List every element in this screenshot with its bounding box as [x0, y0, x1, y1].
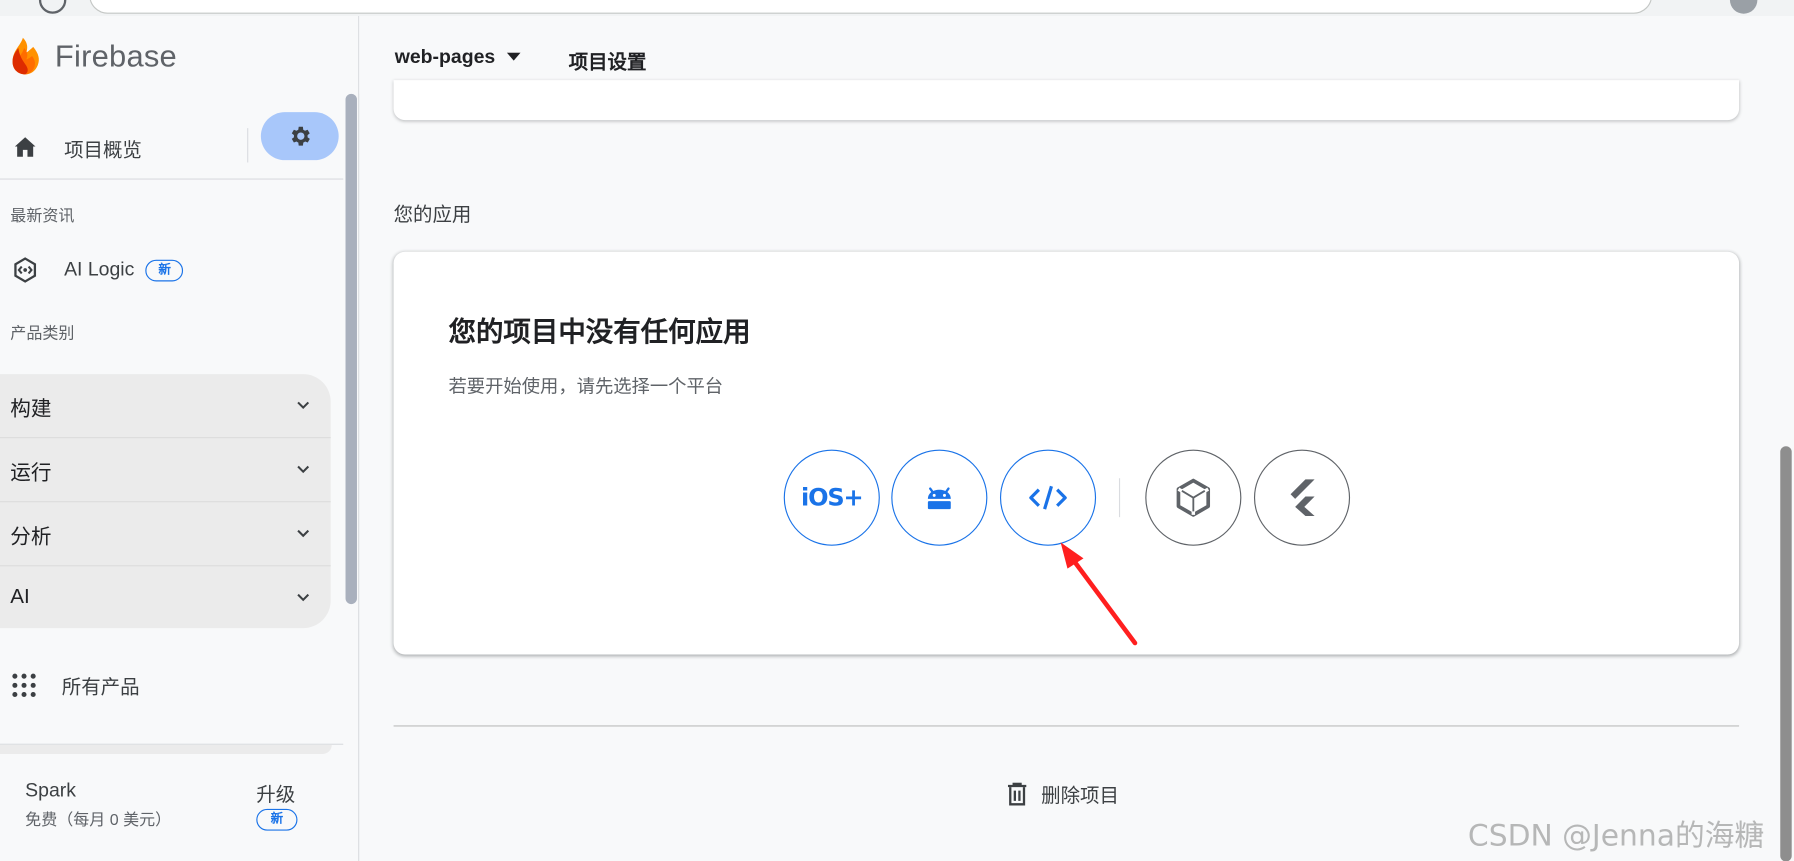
browser-toolbar [0, 0, 1794, 17]
section-label-categories: 产品类别 [10, 323, 75, 343]
category-run[interactable]: 运行 [0, 438, 331, 503]
section-divider [393, 725, 1740, 727]
platform-divider [1118, 478, 1121, 518]
add-flutter-app-button[interactable] [1253, 449, 1351, 546]
address-bar[interactable] [89, 0, 1653, 14]
plan-description: 免费（每月 0 美元） [25, 810, 172, 829]
all-products-label: 所有产品 [61, 676, 140, 698]
flutter-icon [1290, 479, 1315, 517]
sidebar-scrollbar[interactable] [345, 93, 357, 605]
android-icon [927, 487, 951, 510]
sidebar-divider [0, 178, 344, 180]
apps-section-title: 您的应用 [393, 203, 472, 226]
project-selector[interactable]: web-pages [395, 46, 521, 69]
sidebar: Firebase 项目概览 最新资讯 AI Logic 新 产品类别 构建 运行… [0, 16, 360, 861]
page-title: 项目设置 [568, 51, 647, 74]
category-label: AI [10, 584, 30, 608]
ai-logic-icon [14, 257, 37, 283]
new-badge: 新 [145, 259, 184, 281]
nav-overview-label: 项目概览 [64, 139, 142, 162]
code-icon [1029, 485, 1067, 510]
delete-project-label: 删除项目 [1041, 784, 1119, 807]
plan-name: Spark [25, 779, 76, 801]
category-label: 分析 [10, 525, 52, 549]
empty-state-title: 您的项目中没有任何应用 [448, 316, 751, 348]
gear-icon [291, 126, 310, 146]
chevron-down-icon [297, 401, 310, 410]
upgrade-link[interactable]: 升级 [256, 778, 295, 807]
trash-icon [1007, 782, 1027, 805]
category-list: 构建 运行 分析 AI [0, 374, 331, 630]
category-ai[interactable]: AI [0, 566, 331, 630]
add-ios-app-button[interactable]: iOS+ [783, 449, 880, 546]
add-unity-app-button[interactable] [1145, 449, 1242, 546]
add-android-app-button[interactable] [891, 449, 988, 546]
apps-card: 您的项目中没有任何应用 若要开始使用，请先选择一个平台 iOS+ [393, 251, 1740, 655]
delete-project-button[interactable]: 删除项目 [1007, 779, 1119, 808]
project-name: web-pages [394, 45, 496, 68]
category-analytics[interactable]: 分析 [0, 502, 331, 567]
category-label: 运行 [10, 461, 52, 484]
category-build[interactable]: 构建 [0, 374, 331, 439]
project-settings-button[interactable] [260, 112, 339, 161]
empty-state-description: 若要开始使用，请先选择一个平台 [448, 377, 724, 398]
apps-grid-icon [12, 673, 36, 697]
divider [247, 128, 249, 163]
ios-icon: iOS+ [801, 483, 864, 512]
main-scrollbar[interactable] [1780, 446, 1792, 861]
watermark: CSDN @Jenna的海糖 [1467, 819, 1765, 854]
previous-card [393, 80, 1740, 121]
nav-all-products[interactable]: 所有产品 [11, 670, 140, 699]
section-label-news: 最新资讯 [10, 205, 75, 225]
brand-name: Firebase [54, 38, 177, 73]
ai-logic-label: AI Logic [64, 258, 135, 281]
profile-avatar[interactable] [1729, 0, 1758, 14]
screen: Firebase 项目概览 最新资讯 AI Logic 新 产品类别 构建 运行… [0, 0, 1794, 861]
unity-icon [1176, 478, 1211, 517]
firebase-logo[interactable]: Firebase [9, 37, 177, 76]
plan-panel: Spark 免费（每月 0 美元） 升级 新 [0, 743, 344, 861]
home-icon [14, 137, 36, 157]
new-badge: 新 [256, 808, 298, 831]
add-web-app-button[interactable] [999, 449, 1097, 546]
chevron-down-icon [297, 593, 310, 602]
nav-ai-logic[interactable]: AI Logic 新 [11, 256, 184, 283]
firebase-flame-icon [12, 37, 39, 75]
caret-down-icon [506, 52, 521, 61]
chevron-down-icon [297, 465, 310, 474]
plan-panel-edge [0, 744, 332, 754]
chevron-down-icon [297, 529, 310, 538]
reload-icon[interactable] [38, 0, 67, 14]
category-label: 构建 [10, 397, 52, 420]
